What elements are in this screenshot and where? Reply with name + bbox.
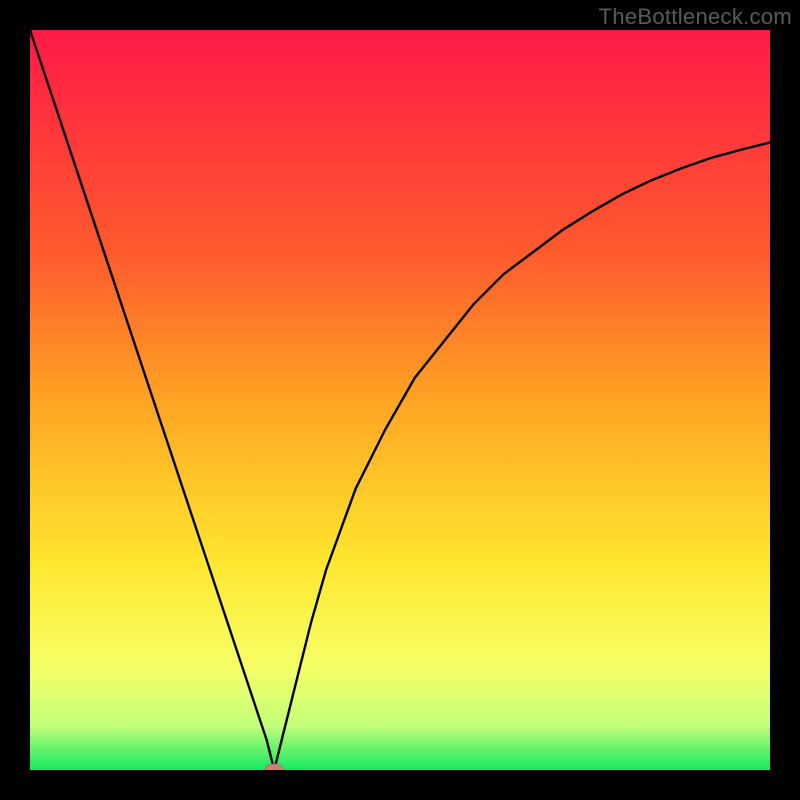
bottleneck-chart: [30, 30, 770, 770]
gradient-background: [30, 30, 770, 770]
chart-frame: TheBottleneck.com: [0, 0, 800, 800]
watermark-text: TheBottleneck.com: [599, 4, 792, 30]
